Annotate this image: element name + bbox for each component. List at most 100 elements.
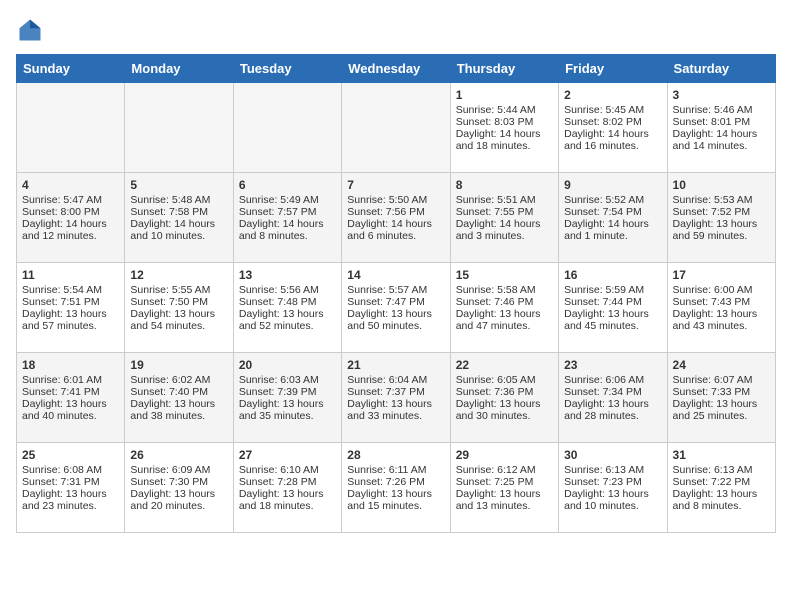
cell-info-line: Sunset: 7:48 PM [239,296,336,308]
cell-info-line: Daylight: 13 hours [130,488,227,500]
week-row-5: 25Sunrise: 6:08 AMSunset: 7:31 PMDayligh… [17,443,776,533]
cell-info-line: Daylight: 13 hours [22,398,119,410]
cell-info-line: and 23 minutes. [22,500,119,512]
week-row-3: 11Sunrise: 5:54 AMSunset: 7:51 PMDayligh… [17,263,776,353]
cell-info-line: and 47 minutes. [456,320,553,332]
cell-info-line: and 33 minutes. [347,410,444,422]
cell-info-line: and 13 minutes. [456,500,553,512]
cell-info-line: Sunset: 7:30 PM [130,476,227,488]
cell-info-line: and 52 minutes. [239,320,336,332]
day-header-wednesday: Wednesday [342,55,450,83]
calendar-cell: 7Sunrise: 5:50 AMSunset: 7:56 PMDaylight… [342,173,450,263]
cell-info-line: Daylight: 13 hours [456,488,553,500]
calendar-cell [125,83,233,173]
cell-info-line: Sunset: 7:55 PM [456,206,553,218]
cell-info-line: Sunrise: 5:51 AM [456,194,553,206]
cell-info-line: Daylight: 14 hours [239,218,336,230]
cell-info-line: Sunset: 8:00 PM [22,206,119,218]
cell-info-line: Sunrise: 5:52 AM [564,194,661,206]
cell-info-line: Daylight: 13 hours [673,218,770,230]
cell-info-line: and 43 minutes. [673,320,770,332]
cell-info-line: Daylight: 13 hours [239,308,336,320]
day-header-tuesday: Tuesday [233,55,341,83]
cell-info-line: Daylight: 13 hours [130,308,227,320]
cell-info-line: Daylight: 13 hours [673,308,770,320]
day-header-thursday: Thursday [450,55,558,83]
cell-info-line: Sunset: 7:31 PM [22,476,119,488]
cell-info-line: Sunset: 8:02 PM [564,116,661,128]
cell-info-line: Sunrise: 5:57 AM [347,284,444,296]
cell-info-line: and 14 minutes. [673,140,770,152]
calendar-cell: 21Sunrise: 6:04 AMSunset: 7:37 PMDayligh… [342,353,450,443]
cell-info-line: Sunrise: 5:46 AM [673,104,770,116]
date-number: 17 [673,268,770,282]
date-number: 28 [347,448,444,462]
cell-info-line: Sunset: 7:58 PM [130,206,227,218]
cell-info-line: Daylight: 14 hours [347,218,444,230]
date-number: 21 [347,358,444,372]
cell-info-line: Sunrise: 5:53 AM [673,194,770,206]
calendar-cell: 19Sunrise: 6:02 AMSunset: 7:40 PMDayligh… [125,353,233,443]
calendar-cell: 9 Sunrise: 5:52 AMSunset: 7:54 PMDaylight… [559,173,667,263]
cell-info-line: and 20 minutes. [130,500,227,512]
cell-info-line: Sunrise: 6:10 AM [239,464,336,476]
date-number: 19 [130,358,227,372]
date-number: 9 [564,178,661,192]
date-number: 14 [347,268,444,282]
cell-info-line: Sunrise: 6:00 AM [673,284,770,296]
cell-info-line: Daylight: 13 hours [22,488,119,500]
cell-info-line: Sunrise: 6:09 AM [130,464,227,476]
cell-info-line: Sunset: 8:01 PM [673,116,770,128]
calendar-cell: 15Sunrise: 5:58 AMSunset: 7:46 PMDayligh… [450,263,558,353]
cell-info-line: and 35 minutes. [239,410,336,422]
cell-info-line: Sunrise: 6:04 AM [347,374,444,386]
date-number: 27 [239,448,336,462]
cell-info-line: Sunset: 7:23 PM [564,476,661,488]
calendar-cell: 22Sunrise: 6:05 AMSunset: 7:36 PMDayligh… [450,353,558,443]
cell-info-line: Sunset: 7:33 PM [673,386,770,398]
cell-info-line: Sunset: 7:39 PM [239,386,336,398]
calendar-cell: 11Sunrise: 5:54 AMSunset: 7:51 PMDayligh… [17,263,125,353]
calendar-cell: 28Sunrise: 6:11 AMSunset: 7:26 PMDayligh… [342,443,450,533]
cell-info-line: Daylight: 13 hours [564,308,661,320]
cell-info-line: Daylight: 14 hours [564,128,661,140]
date-number: 29 [456,448,553,462]
cell-info-line: and 18 minutes. [456,140,553,152]
date-number: 11 [22,268,119,282]
cell-info-line: Sunset: 7:26 PM [347,476,444,488]
cell-info-line: Sunset: 7:54 PM [564,206,661,218]
cell-info-line: Sunrise: 6:01 AM [22,374,119,386]
week-row-4: 18Sunrise: 6:01 AMSunset: 7:41 PMDayligh… [17,353,776,443]
calendar-cell: 31Sunrise: 6:13 AMSunset: 7:22 PMDayligh… [667,443,775,533]
date-number: 13 [239,268,336,282]
cell-info-line: Daylight: 13 hours [347,488,444,500]
date-number: 12 [130,268,227,282]
cell-info-line: and 57 minutes. [22,320,119,332]
day-header-friday: Friday [559,55,667,83]
calendar-cell: 6Sunrise: 5:49 AMSunset: 7:57 PMDaylight… [233,173,341,263]
day-header-saturday: Saturday [667,55,775,83]
cell-info-line: Sunrise: 6:12 AM [456,464,553,476]
cell-info-line: and 15 minutes. [347,500,444,512]
cell-info-line: Daylight: 13 hours [347,308,444,320]
calendar-cell: 24Sunrise: 6:07 AMSunset: 7:33 PMDayligh… [667,353,775,443]
page-header [16,16,776,44]
cell-info-line: Daylight: 13 hours [564,398,661,410]
cell-info-line: Sunset: 8:03 PM [456,116,553,128]
cell-info-line: Daylight: 14 hours [456,218,553,230]
cell-info-line: and 8 minutes. [673,500,770,512]
cell-info-line: Sunrise: 6:07 AM [673,374,770,386]
cell-info-line: Sunrise: 6:03 AM [239,374,336,386]
cell-info-line: Sunrise: 5:59 AM [564,284,661,296]
cell-info-line: Sunrise: 5:45 AM [564,104,661,116]
date-number: 5 [130,178,227,192]
calendar-cell: 26Sunrise: 6:09 AMSunset: 7:30 PMDayligh… [125,443,233,533]
cell-info-line: Sunset: 7:57 PM [239,206,336,218]
cell-info-line: and 10 minutes. [564,500,661,512]
calendar-cell: 30Sunrise: 6:13 AMSunset: 7:23 PMDayligh… [559,443,667,533]
cell-info-line: Daylight: 13 hours [239,398,336,410]
calendar-cell [233,83,341,173]
calendar-cell: 29Sunrise: 6:12 AMSunset: 7:25 PMDayligh… [450,443,558,533]
cell-info-line: Daylight: 14 hours [564,218,661,230]
logo-icon [16,16,44,44]
